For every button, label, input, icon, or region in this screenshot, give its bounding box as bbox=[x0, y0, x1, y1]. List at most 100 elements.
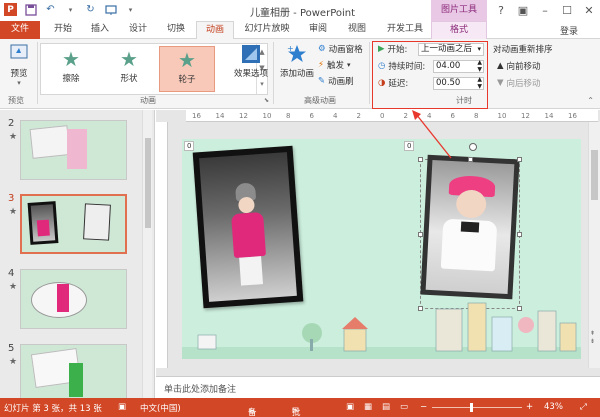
ribbon-display-icon[interactable]: ▣ bbox=[512, 0, 534, 21]
current-slide[interactable]: 0 0 bbox=[182, 139, 581, 359]
comments-label: 批注 bbox=[292, 408, 301, 417]
thumb-figure bbox=[57, 284, 69, 312]
resize-handle[interactable] bbox=[517, 232, 522, 237]
tab-format[interactable]: 格式 bbox=[431, 21, 487, 39]
reorder-title-label: 对动画重新排序 bbox=[493, 45, 553, 55]
tab-review[interactable]: 审阅 bbox=[302, 21, 334, 39]
zoom-slider[interactable] bbox=[432, 403, 522, 412]
preview-label: 预览 bbox=[10, 69, 28, 79]
animation-star-icon: ★ bbox=[9, 132, 18, 142]
window-controls: ? ▣ – ☐ ✕ bbox=[490, 0, 600, 21]
spellcheck-icon[interactable]: ▣ bbox=[118, 402, 126, 412]
customize-qat-icon[interactable]: ▾ bbox=[124, 3, 137, 16]
scroll-thumb[interactable] bbox=[145, 138, 151, 228]
tab-design[interactable]: 设计 bbox=[122, 21, 154, 39]
move-earlier-button[interactable]: ▲ 向前移动 bbox=[497, 60, 541, 72]
fit-slide-icon[interactable]: ⤢ bbox=[580, 402, 587, 412]
tab-home[interactable]: 开始 bbox=[47, 21, 79, 39]
ruler-tick: 10 bbox=[262, 112, 272, 120]
resize-handle[interactable] bbox=[468, 157, 473, 162]
trigger-button[interactable]: ⚡ 触发 ▾ bbox=[318, 59, 351, 71]
tab-developer[interactable]: 开发工具 bbox=[382, 21, 428, 39]
picture-tools-label: 图片工具 bbox=[431, 0, 487, 21]
add-animation-button[interactable]: + 添加动画 bbox=[278, 43, 316, 79]
slide-number: 4 bbox=[8, 268, 15, 279]
slide-thumbnail[interactable] bbox=[20, 120, 127, 180]
slide-sorter-icon[interactable]: ▦ bbox=[364, 402, 372, 412]
tab-transitions[interactable]: 切换 bbox=[160, 21, 192, 39]
tab-animations[interactable]: 动画 bbox=[196, 21, 234, 40]
minimize-icon[interactable]: – bbox=[534, 0, 556, 21]
tab-slideshow[interactable]: 幻灯片放映 bbox=[238, 21, 296, 39]
move-later-icon: ▼ bbox=[497, 78, 504, 88]
sign-in-link[interactable]: 登录 bbox=[560, 24, 578, 37]
resize-handle[interactable] bbox=[517, 157, 522, 162]
animation-shape[interactable]: ★ 形状 bbox=[101, 46, 157, 92]
notes-pane[interactable]: 单击此处添加备注 bbox=[156, 376, 600, 398]
ruler-tick: 2 bbox=[356, 112, 361, 120]
tab-insert[interactable]: 插入 bbox=[84, 21, 116, 39]
animation-painter-button[interactable]: ✎ 动画刷 bbox=[318, 75, 354, 87]
start-from-beginning-icon[interactable] bbox=[104, 3, 117, 16]
photo-girl-white-sweater[interactable] bbox=[420, 154, 520, 300]
photo-content bbox=[425, 159, 515, 295]
vertical-scrollbar[interactable]: ⇞ ⇟ bbox=[588, 122, 600, 368]
slide-thumbnail[interactable] bbox=[20, 344, 127, 398]
zoom-level[interactable]: 43% bbox=[544, 402, 563, 412]
help-icon[interactable]: ? bbox=[490, 0, 512, 21]
maximize-icon[interactable]: ☐ bbox=[556, 0, 578, 21]
save-icon[interactable] bbox=[24, 3, 37, 16]
normal-view-icon[interactable]: ▣ bbox=[346, 402, 354, 412]
wipe-label: 擦除 bbox=[62, 74, 80, 84]
trigger-icon: ⚡ bbox=[318, 60, 324, 70]
slide-thumbnail[interactable] bbox=[20, 194, 127, 254]
group-separator bbox=[37, 42, 38, 104]
preview-dropdown-icon: ▾ bbox=[17, 79, 21, 87]
effect-options-button[interactable]: 效果选项 bbox=[232, 43, 270, 79]
undo-icon[interactable]: ↶ bbox=[44, 3, 57, 16]
animation-painter-icon: ✎ bbox=[318, 76, 326, 86]
rotate-handle-icon[interactable] bbox=[469, 143, 477, 151]
tab-view[interactable]: 视图 bbox=[341, 21, 373, 39]
photo-girl-pink-jacket[interactable] bbox=[192, 145, 304, 309]
animation-wheel[interactable]: ★ 轮子 bbox=[159, 46, 215, 92]
move-later-button[interactable]: ▼ 向后移动 bbox=[497, 77, 541, 89]
ruler-tick: 10 bbox=[497, 112, 507, 120]
animation-group-label: 动画 bbox=[140, 96, 156, 105]
resize-handle[interactable] bbox=[418, 232, 423, 237]
zoom-slider-thumb[interactable] bbox=[470, 403, 473, 412]
wheel-label: 轮子 bbox=[178, 75, 196, 85]
collapse-ribbon-icon[interactable]: ⌃ bbox=[587, 96, 594, 105]
animation-dialog-launcher-icon[interactable]: ⬊ bbox=[264, 97, 269, 104]
thumbnail-scrollbar[interactable] bbox=[142, 110, 152, 398]
animation-wipe[interactable]: ★ 擦除 bbox=[43, 46, 99, 92]
reading-view-icon[interactable]: ▤ bbox=[382, 402, 390, 412]
advanced-group-label: 高级动画 bbox=[304, 96, 336, 105]
animation-star-icon: ★ bbox=[9, 357, 18, 367]
slide-thumbnail[interactable] bbox=[20, 269, 127, 329]
animation-pane-button[interactable]: ⚙ 动画窗格 bbox=[318, 43, 363, 55]
preview-button[interactable]: 预览 ▾ bbox=[6, 43, 32, 87]
slideshow-icon[interactable]: ▭ bbox=[400, 402, 408, 412]
notes-label: 备注 bbox=[248, 408, 257, 417]
redo-icon[interactable]: ↻ bbox=[84, 3, 97, 16]
scroll-thumb[interactable] bbox=[591, 150, 598, 200]
move-earlier-icon: ▲ bbox=[497, 61, 504, 71]
slide-thumbnail-pane: 2 ★ 3 ★ 4 ★ 5 ★ bbox=[0, 110, 155, 398]
prev-slide-icon[interactable]: ⇞ ⇟ bbox=[590, 330, 595, 346]
ruler-tick: 14 bbox=[544, 112, 554, 120]
wipe-star-icon: ★ bbox=[62, 47, 80, 71]
effect-options-label: 效果选项 bbox=[233, 69, 268, 79]
undo-dropdown-icon[interactable]: ▾ bbox=[64, 3, 77, 16]
tab-file[interactable]: 文件 bbox=[0, 21, 40, 39]
photo-content bbox=[199, 152, 297, 302]
close-icon[interactable]: ✕ bbox=[578, 0, 600, 21]
animation-star-icon: ★ bbox=[9, 282, 18, 292]
ruler-tick: 12 bbox=[521, 112, 530, 120]
zoom-out-icon[interactable]: − bbox=[420, 402, 427, 412]
trigger-label: 触发 bbox=[326, 61, 344, 71]
language-indicator[interactable]: 中文(中国) bbox=[140, 402, 181, 414]
zoom-in-icon[interactable]: + bbox=[526, 402, 533, 412]
ruler-tick: 8 bbox=[286, 112, 291, 120]
ruler-tick: 6 bbox=[309, 112, 314, 120]
